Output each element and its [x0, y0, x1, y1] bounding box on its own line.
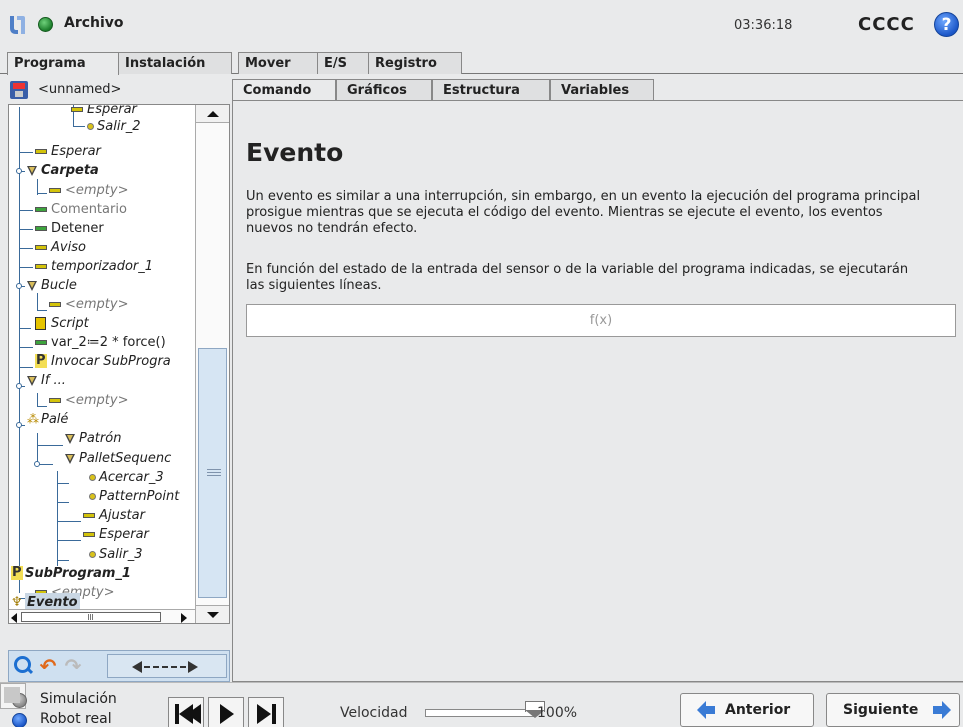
- wait-icon: [35, 149, 47, 154]
- waypoint-icon: [89, 493, 96, 500]
- stop-icon: [35, 226, 47, 231]
- timer-icon: [35, 264, 47, 269]
- program-tree-panel: <unnamed> Esperar Salir_2 Esperar Carpet…: [8, 78, 230, 682]
- arrow-left-icon: [697, 701, 715, 719]
- search-icon[interactable]: [12, 655, 34, 677]
- program-header: <unnamed>: [8, 78, 230, 102]
- arrow-right-icon: [188, 661, 198, 673]
- comment-icon: [35, 207, 47, 212]
- main-tab-bar: Programa Instalación Mover E/S Registro: [0, 50, 963, 75]
- save-icon[interactable]: [10, 81, 28, 99]
- scroll-up-button[interactable]: [196, 105, 229, 123]
- arrow-left-icon: [132, 661, 142, 673]
- wait-icon: [49, 188, 61, 193]
- tree-toolbar: ↶ ↷: [8, 650, 230, 682]
- bottom-bar: Simulación Robot real Velocidad 100% Ant…: [0, 682, 963, 727]
- tab-mover[interactable]: Mover: [238, 52, 318, 74]
- pattern-icon: [65, 434, 75, 444]
- tab-variables[interactable]: Variables: [550, 79, 654, 101]
- next-button[interactable]: Siguiente: [826, 693, 960, 727]
- event-description: Un evento es similar a una interrupción,…: [246, 189, 921, 236]
- play-button[interactable]: [208, 697, 244, 727]
- arrow-up-icon: [207, 111, 219, 117]
- tab-instalacion[interactable]: Instalación: [118, 52, 232, 74]
- wait-icon: [71, 107, 83, 112]
- assignment-icon: [35, 340, 47, 345]
- wait-icon: [49, 302, 61, 307]
- step-button[interactable]: [248, 697, 284, 727]
- script-icon: [35, 317, 46, 330]
- page-title: Evento: [246, 138, 344, 167]
- previous-button[interactable]: Anterior: [680, 693, 814, 727]
- tab-estructura[interactable]: Estructura: [432, 79, 550, 101]
- undo-icon[interactable]: ↶: [37, 655, 59, 677]
- command-panel: Evento Un evento es similar a una interr…: [232, 100, 963, 682]
- command-tab-bar: Comando Gráficos Estructura Variables: [232, 79, 963, 101]
- arrow-down-icon: [207, 612, 219, 618]
- top-bar: Archivo 03:36:18 CCCC ?: [0, 0, 963, 50]
- status-led-icon: [38, 17, 53, 32]
- program-tree[interactable]: Esperar Salir_2 Esperar Carpeta <empty>: [8, 104, 230, 624]
- step-icon: [257, 704, 271, 724]
- waypoint-icon: [89, 474, 96, 481]
- if-icon: [27, 376, 37, 386]
- hscroll-thumb[interactable]: [21, 612, 161, 622]
- tab-graficos[interactable]: Gráficos: [336, 79, 432, 101]
- pallet-icon: ⁂: [27, 412, 39, 426]
- waypoint-icon: [89, 551, 96, 558]
- tree-list: Esperar Salir_2 Esperar Carpeta <empty>: [9, 105, 195, 609]
- tab-registro[interactable]: Registro: [368, 52, 462, 74]
- popup-icon: [35, 245, 47, 250]
- clock: 03:36:18: [734, 18, 793, 33]
- skip-to-start-button[interactable]: [168, 697, 204, 727]
- tree-vertical-scrollbar[interactable]: [195, 105, 229, 623]
- program-name: <unnamed>: [38, 82, 122, 97]
- scroll-left-icon[interactable]: [11, 613, 17, 623]
- wait-icon: [83, 532, 95, 537]
- arrow-right-icon: [933, 701, 951, 719]
- tree-horizontal-scrollbar[interactable]: [9, 609, 195, 623]
- tab-es[interactable]: E/S: [317, 52, 369, 74]
- expression-field[interactable]: f(x): [246, 304, 956, 337]
- scroll-down-button[interactable]: [196, 605, 229, 623]
- loop-icon: [27, 281, 37, 291]
- app-window: Archivo 03:36:18 CCCC ? Programa Instala…: [0, 0, 963, 727]
- event-icon: ♆: [11, 595, 23, 609]
- scroll-right-icon[interactable]: [181, 613, 187, 623]
- redo-icon[interactable]: ↷: [62, 655, 84, 677]
- wait-icon: [49, 398, 61, 403]
- waypoint-icon: [87, 123, 94, 130]
- sequence-icon: [65, 454, 75, 464]
- robot-name: CCCC: [858, 14, 915, 35]
- move-node-button[interactable]: [107, 654, 227, 678]
- scroll-thumb[interactable]: [198, 348, 227, 598]
- subprogram-icon: P: [11, 565, 23, 580]
- event-instruction: En función del estado de la entrada del …: [246, 262, 909, 293]
- speed-slider[interactable]: [425, 709, 535, 717]
- play-icon: [220, 704, 234, 724]
- tab-comando[interactable]: Comando: [232, 79, 336, 101]
- set-icon: [83, 513, 95, 518]
- ur-logo-icon: [10, 16, 25, 34]
- speed-label: Velocidad: [340, 705, 408, 721]
- help-icon[interactable]: ?: [934, 12, 959, 37]
- speed-value: 100%: [537, 705, 578, 721]
- tab-programa[interactable]: Programa: [7, 52, 119, 75]
- subprogram-icon: P: [35, 353, 47, 368]
- folder-icon: [27, 166, 37, 176]
- radio-on-icon: [12, 713, 27, 727]
- file-menu[interactable]: Archivo: [64, 15, 124, 31]
